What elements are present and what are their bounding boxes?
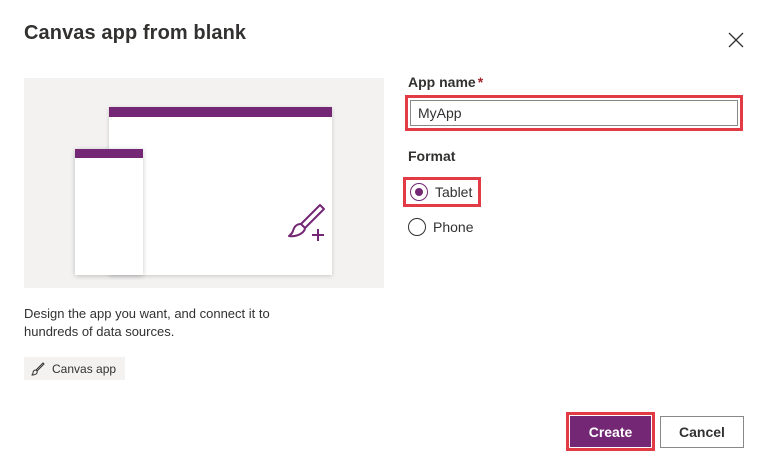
cancel-button[interactable]: Cancel <box>660 416 744 448</box>
radio-phone-label: Phone <box>433 219 474 235</box>
phone-layout-illustration <box>75 149 143 275</box>
close-button[interactable] <box>722 28 750 56</box>
create-button[interactable]: Create <box>570 416 651 447</box>
format-label: Format <box>408 148 456 164</box>
preview-description: Design the app you want, and connect it … <box>24 306 270 339</box>
tag-label: Canvas app <box>52 361 117 376</box>
app-name-label: App name * <box>408 74 483 90</box>
format-option-tablet[interactable]: Tablet <box>403 177 482 207</box>
create-button-highlight: Create <box>566 412 655 451</box>
app-preview-illustration <box>24 78 384 288</box>
tablet-header-bar <box>109 107 332 117</box>
radio-tablet[interactable] <box>410 183 428 201</box>
app-name-input[interactable] <box>410 100 738 126</box>
radio-tablet-label: Tablet <box>435 184 473 200</box>
required-marker: * <box>477 74 484 90</box>
phone-header-bar <box>75 149 143 158</box>
dialog-title: Canvas app from blank <box>24 22 247 44</box>
app-name-highlight <box>405 95 743 131</box>
paintbrush-add-icon <box>287 203 329 248</box>
close-icon <box>728 32 744 53</box>
canvas-app-tag: Canvas app <box>24 357 126 380</box>
radio-phone[interactable] <box>408 218 426 236</box>
app-name-label-text: App name <box>408 74 476 90</box>
format-option-phone[interactable]: Phone <box>408 215 473 239</box>
brush-icon <box>31 361 45 376</box>
canvas-app-dialog: Canvas app from blank Design the app you… <box>0 0 768 472</box>
